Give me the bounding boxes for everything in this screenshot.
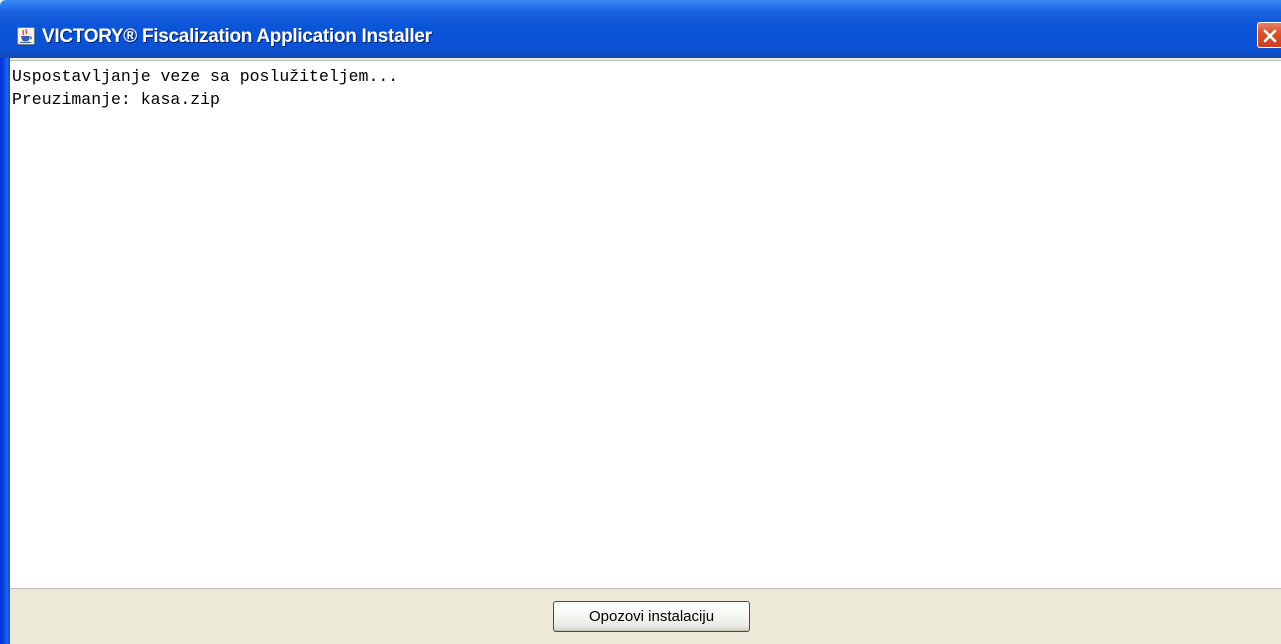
log-line-connecting: Uspostavljanje veze sa poslužiteljem... [12,67,399,86]
close-button[interactable] [1257,22,1281,48]
button-panel: Opozovi instalaciju [10,589,1281,644]
window-frame-left [0,58,10,644]
cancel-installation-button[interactable]: Opozovi instalaciju [553,601,750,632]
log-line-downloading: Preuzimanje: kasa.zip [12,90,220,109]
title-bar-content: VICTORY® Fiscalization Application Insta… [0,0,1281,58]
close-icon [1263,29,1277,43]
installer-log-area[interactable]: Uspostavljanje veze sa poslužiteljem... … [10,60,1281,589]
title-bar[interactable]: VICTORY® Fiscalization Application Insta… [0,0,1281,58]
java-coffee-cup-icon[interactable] [17,27,35,45]
installer-window: VICTORY® Fiscalization Application Insta… [0,0,1281,644]
window-title: VICTORY® Fiscalization Application Insta… [42,26,432,47]
